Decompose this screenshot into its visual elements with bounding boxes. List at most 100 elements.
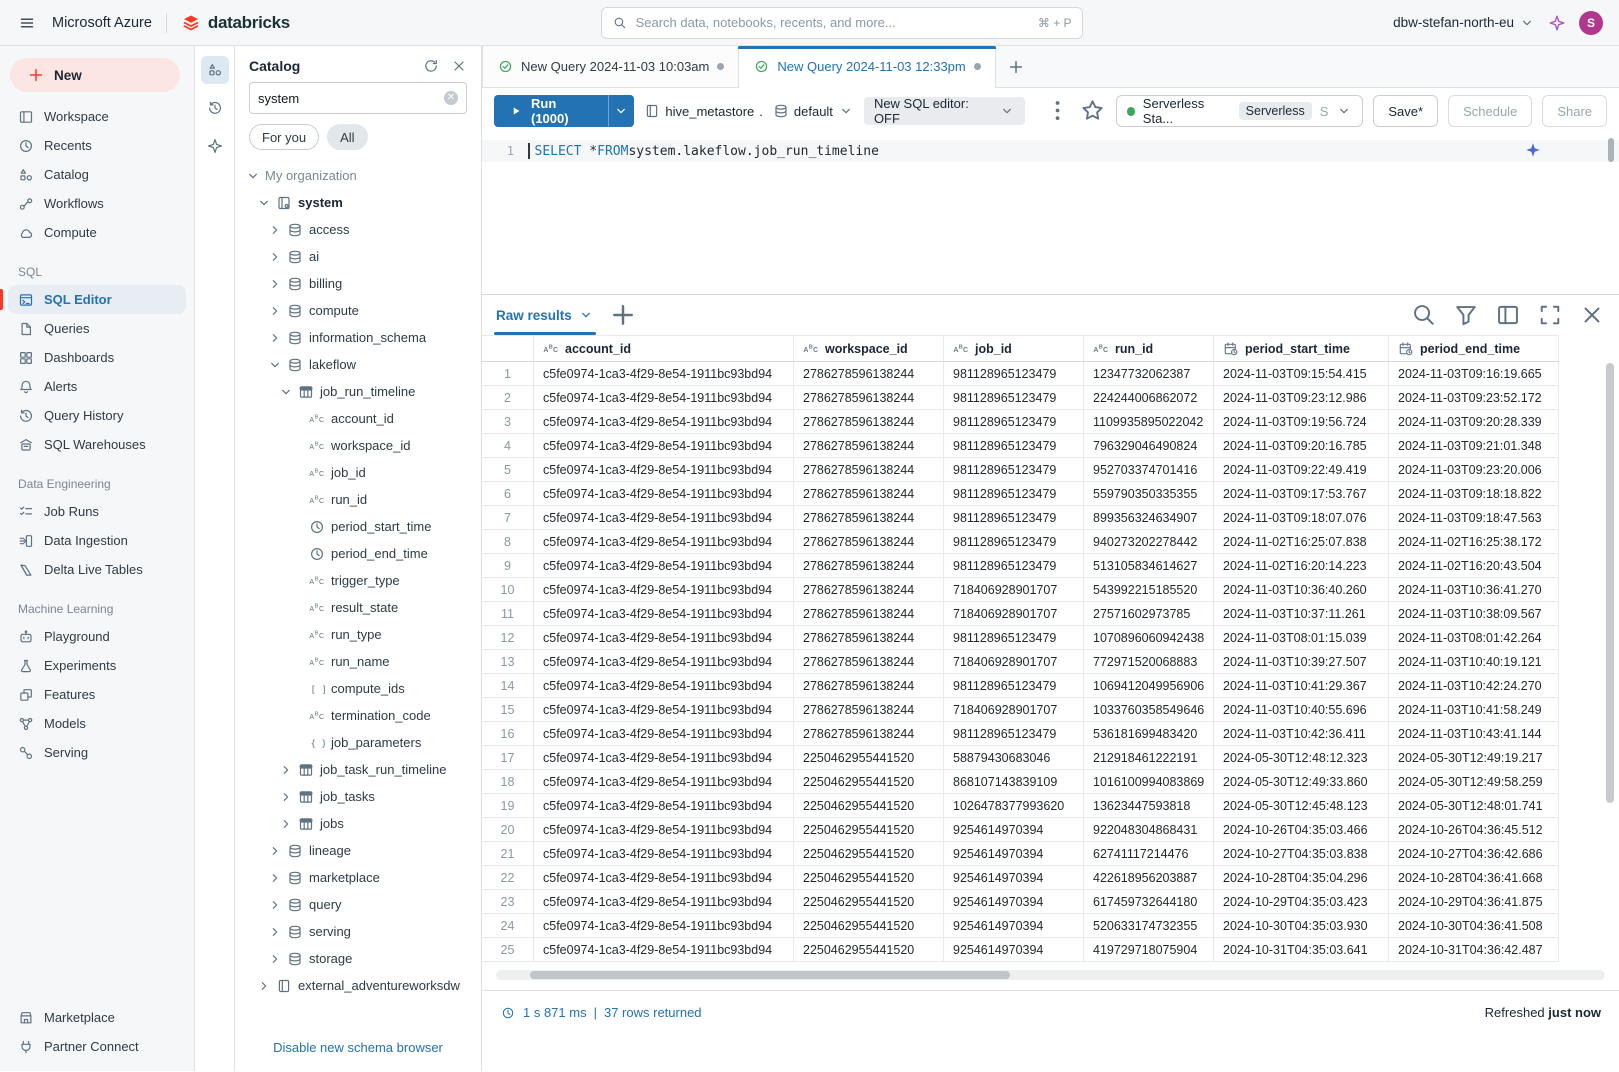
- cell-account-id[interactable]: c5fe0974-1ca3-4f29-8e54-1911bc93bd94: [534, 794, 794, 818]
- row-number[interactable]: 5: [482, 458, 534, 482]
- cell-job-id[interactable]: 981128965123479: [944, 626, 1084, 650]
- cell-account-id[interactable]: c5fe0974-1ca3-4f29-8e54-1911bc93bd94: [534, 626, 794, 650]
- cell-period-start-time[interactable]: 2024-11-02T16:25:07.838: [1214, 530, 1389, 554]
- run-button[interactable]: Run (1000): [494, 95, 634, 127]
- chevron-right-icon[interactable]: [280, 791, 292, 803]
- row-number[interactable]: 6: [482, 482, 534, 506]
- cell-account-id[interactable]: c5fe0974-1ca3-4f29-8e54-1911bc93bd94: [534, 506, 794, 530]
- cell-account-id[interactable]: c5fe0974-1ca3-4f29-8e54-1911bc93bd94: [534, 866, 794, 890]
- cell-period-end-time[interactable]: 2024-11-02T16:25:38.172: [1389, 530, 1559, 554]
- sidebar-item-features[interactable]: Features: [8, 680, 186, 709]
- editor-scrollbar[interactable]: [1608, 138, 1614, 162]
- search-input[interactable]: [636, 15, 1030, 30]
- cell-run-id[interactable]: 12347732062387: [1084, 362, 1214, 386]
- sidebar-item-catalog[interactable]: Catalog: [8, 160, 186, 189]
- chevron-right-icon[interactable]: [269, 332, 281, 344]
- cell-account-id[interactable]: c5fe0974-1ca3-4f29-8e54-1911bc93bd94: [534, 770, 794, 794]
- cell-period-end-time[interactable]: 2024-11-03T08:01:42.264: [1389, 626, 1559, 650]
- tree-item-period-start-time[interactable]: period_start_time: [235, 513, 481, 540]
- row-number[interactable]: 24: [482, 914, 534, 938]
- cell-period-start-time[interactable]: 2024-10-27T04:35:03.838: [1214, 842, 1389, 866]
- sidebar-item-marketplace[interactable]: Marketplace: [8, 1003, 186, 1032]
- cell-account-id[interactable]: c5fe0974-1ca3-4f29-8e54-1911bc93bd94: [534, 458, 794, 482]
- cell-account-id[interactable]: c5fe0974-1ca3-4f29-8e54-1911bc93bd94: [534, 578, 794, 602]
- cell-account-id[interactable]: c5fe0974-1ca3-4f29-8e54-1911bc93bd94: [534, 482, 794, 506]
- column-header-workspace-id[interactable]: ABCworkspace_id: [794, 335, 944, 362]
- cell-run-id[interactable]: 224244006862072: [1084, 386, 1214, 410]
- cell-job-id[interactable]: 981128965123479: [944, 410, 1084, 434]
- close-results-icon[interactable]: [1579, 302, 1605, 328]
- cell-period-end-time[interactable]: 2024-11-03T09:20:28.339: [1389, 410, 1559, 434]
- column-header-rownum[interactable]: [482, 335, 534, 362]
- rail-catalog-button[interactable]: [201, 56, 229, 84]
- query-tab-2[interactable]: New Query 2024-11-03 12:33pm: [739, 46, 995, 88]
- rail-history-button[interactable]: [201, 94, 229, 122]
- cell-job-id[interactable]: 9254614970394: [944, 938, 1084, 962]
- tree-item-job-tasks[interactable]: job_tasks: [235, 783, 481, 810]
- cell-period-start-time[interactable]: 2024-05-30T12:48:12.323: [1214, 746, 1389, 770]
- cell-workspace-id[interactable]: 2250462955441520: [794, 866, 944, 890]
- row-number[interactable]: 2: [482, 386, 534, 410]
- cell-workspace-id[interactable]: 2786278596138244: [794, 554, 944, 578]
- sidebar-item-playground[interactable]: Playground: [8, 622, 186, 651]
- cell-account-id[interactable]: c5fe0974-1ca3-4f29-8e54-1911bc93bd94: [534, 914, 794, 938]
- sidebar-item-delta-live-tables[interactable]: Delta Live Tables: [8, 555, 186, 584]
- cell-period-start-time[interactable]: 2024-11-03T10:41:29.367: [1214, 674, 1389, 698]
- chevron-right-icon[interactable]: [258, 980, 270, 992]
- cell-job-id[interactable]: 1026478377993620: [944, 794, 1084, 818]
- column-header-account-id[interactable]: ABCaccount_id: [534, 335, 794, 362]
- cell-account-id[interactable]: c5fe0974-1ca3-4f29-8e54-1911bc93bd94: [534, 410, 794, 434]
- cell-run-id[interactable]: 899356324634907: [1084, 506, 1214, 530]
- cell-job-id[interactable]: 718406928901707: [944, 650, 1084, 674]
- cell-job-id[interactable]: 718406928901707: [944, 578, 1084, 602]
- cell-job-id[interactable]: 981128965123479: [944, 530, 1084, 554]
- cell-workspace-id[interactable]: 2250462955441520: [794, 746, 944, 770]
- cell-run-id[interactable]: 922048304868431: [1084, 818, 1214, 842]
- tree-item-run-id[interactable]: ABCrun_id: [235, 486, 481, 513]
- cell-workspace-id[interactable]: 2786278596138244: [794, 674, 944, 698]
- editor-assistant-icon[interactable]: [1525, 142, 1541, 158]
- sidebar-item-alerts[interactable]: Alerts: [8, 372, 186, 401]
- row-number[interactable]: 25: [482, 938, 534, 962]
- tree-item-information-schema[interactable]: information_schema: [235, 324, 481, 351]
- row-number[interactable]: 22: [482, 866, 534, 890]
- results-horizontal-scrollbar[interactable]: [496, 970, 1605, 980]
- tree-item-system[interactable]: system: [235, 189, 481, 216]
- cell-account-id[interactable]: c5fe0974-1ca3-4f29-8e54-1911bc93bd94: [534, 818, 794, 842]
- cell-job-id[interactable]: 981128965123479: [944, 482, 1084, 506]
- chevron-down-icon[interactable]: [269, 359, 281, 371]
- new-sql-editor-toggle[interactable]: New SQL editor: OFF: [864, 97, 1025, 125]
- sidebar-item-compute[interactable]: Compute: [8, 218, 186, 247]
- tree-item-compute-ids[interactable]: [ ]compute_ids: [235, 675, 481, 702]
- cell-period-start-time[interactable]: 2024-10-28T04:35:04.296: [1214, 866, 1389, 890]
- cell-workspace-id[interactable]: 2786278596138244: [794, 386, 944, 410]
- cell-period-end-time[interactable]: 2024-11-03T10:38:09.567: [1389, 602, 1559, 626]
- tree-item-workspace-id[interactable]: ABCworkspace_id: [235, 432, 481, 459]
- cell-workspace-id[interactable]: 2250462955441520: [794, 938, 944, 962]
- cell-run-id[interactable]: 520633174732355: [1084, 914, 1214, 938]
- cell-period-start-time[interactable]: 2024-11-03T09:23:12.986: [1214, 386, 1389, 410]
- global-search[interactable]: ⌘ + P: [601, 7, 1083, 39]
- code-line[interactable]: 1 SELECT * FROM system.lakeflow.job_run_…: [482, 140, 1619, 162]
- cell-job-id[interactable]: 981128965123479: [944, 554, 1084, 578]
- cell-period-start-time[interactable]: 2024-11-03T09:18:07.076: [1214, 506, 1389, 530]
- cell-account-id[interactable]: c5fe0974-1ca3-4f29-8e54-1911bc93bd94: [534, 362, 794, 386]
- cell-account-id[interactable]: c5fe0974-1ca3-4f29-8e54-1911bc93bd94: [534, 938, 794, 962]
- chevron-right-icon[interactable]: [269, 899, 281, 911]
- cell-period-start-time[interactable]: 2024-11-03T10:39:27.507: [1214, 650, 1389, 674]
- sql-editor[interactable]: 1 SELECT * FROM system.lakeflow.job_run_…: [482, 134, 1619, 295]
- tree-item-run-name[interactable]: ABCrun_name: [235, 648, 481, 675]
- cell-run-id[interactable]: 13623447593818: [1084, 794, 1214, 818]
- tree-item-compute[interactable]: compute: [235, 297, 481, 324]
- cell-period-end-time[interactable]: 2024-11-03T10:42:24.270: [1389, 674, 1559, 698]
- cell-period-end-time[interactable]: 2024-05-30T12:49:58.259: [1389, 770, 1559, 794]
- cell-period-end-time[interactable]: 2024-11-03T09:16:19.665: [1389, 362, 1559, 386]
- cell-job-id[interactable]: 981128965123479: [944, 506, 1084, 530]
- workspace-selector[interactable]: dbw-stefan-north-eu: [1393, 15, 1535, 31]
- tree-item-ai[interactable]: ai: [235, 243, 481, 270]
- row-number[interactable]: 8: [482, 530, 534, 554]
- cell-workspace-id[interactable]: 2786278596138244: [794, 602, 944, 626]
- row-number[interactable]: 10: [482, 578, 534, 602]
- cell-period-start-time[interactable]: 2024-11-03T09:17:53.767: [1214, 482, 1389, 506]
- filter-icon[interactable]: [1453, 302, 1479, 328]
